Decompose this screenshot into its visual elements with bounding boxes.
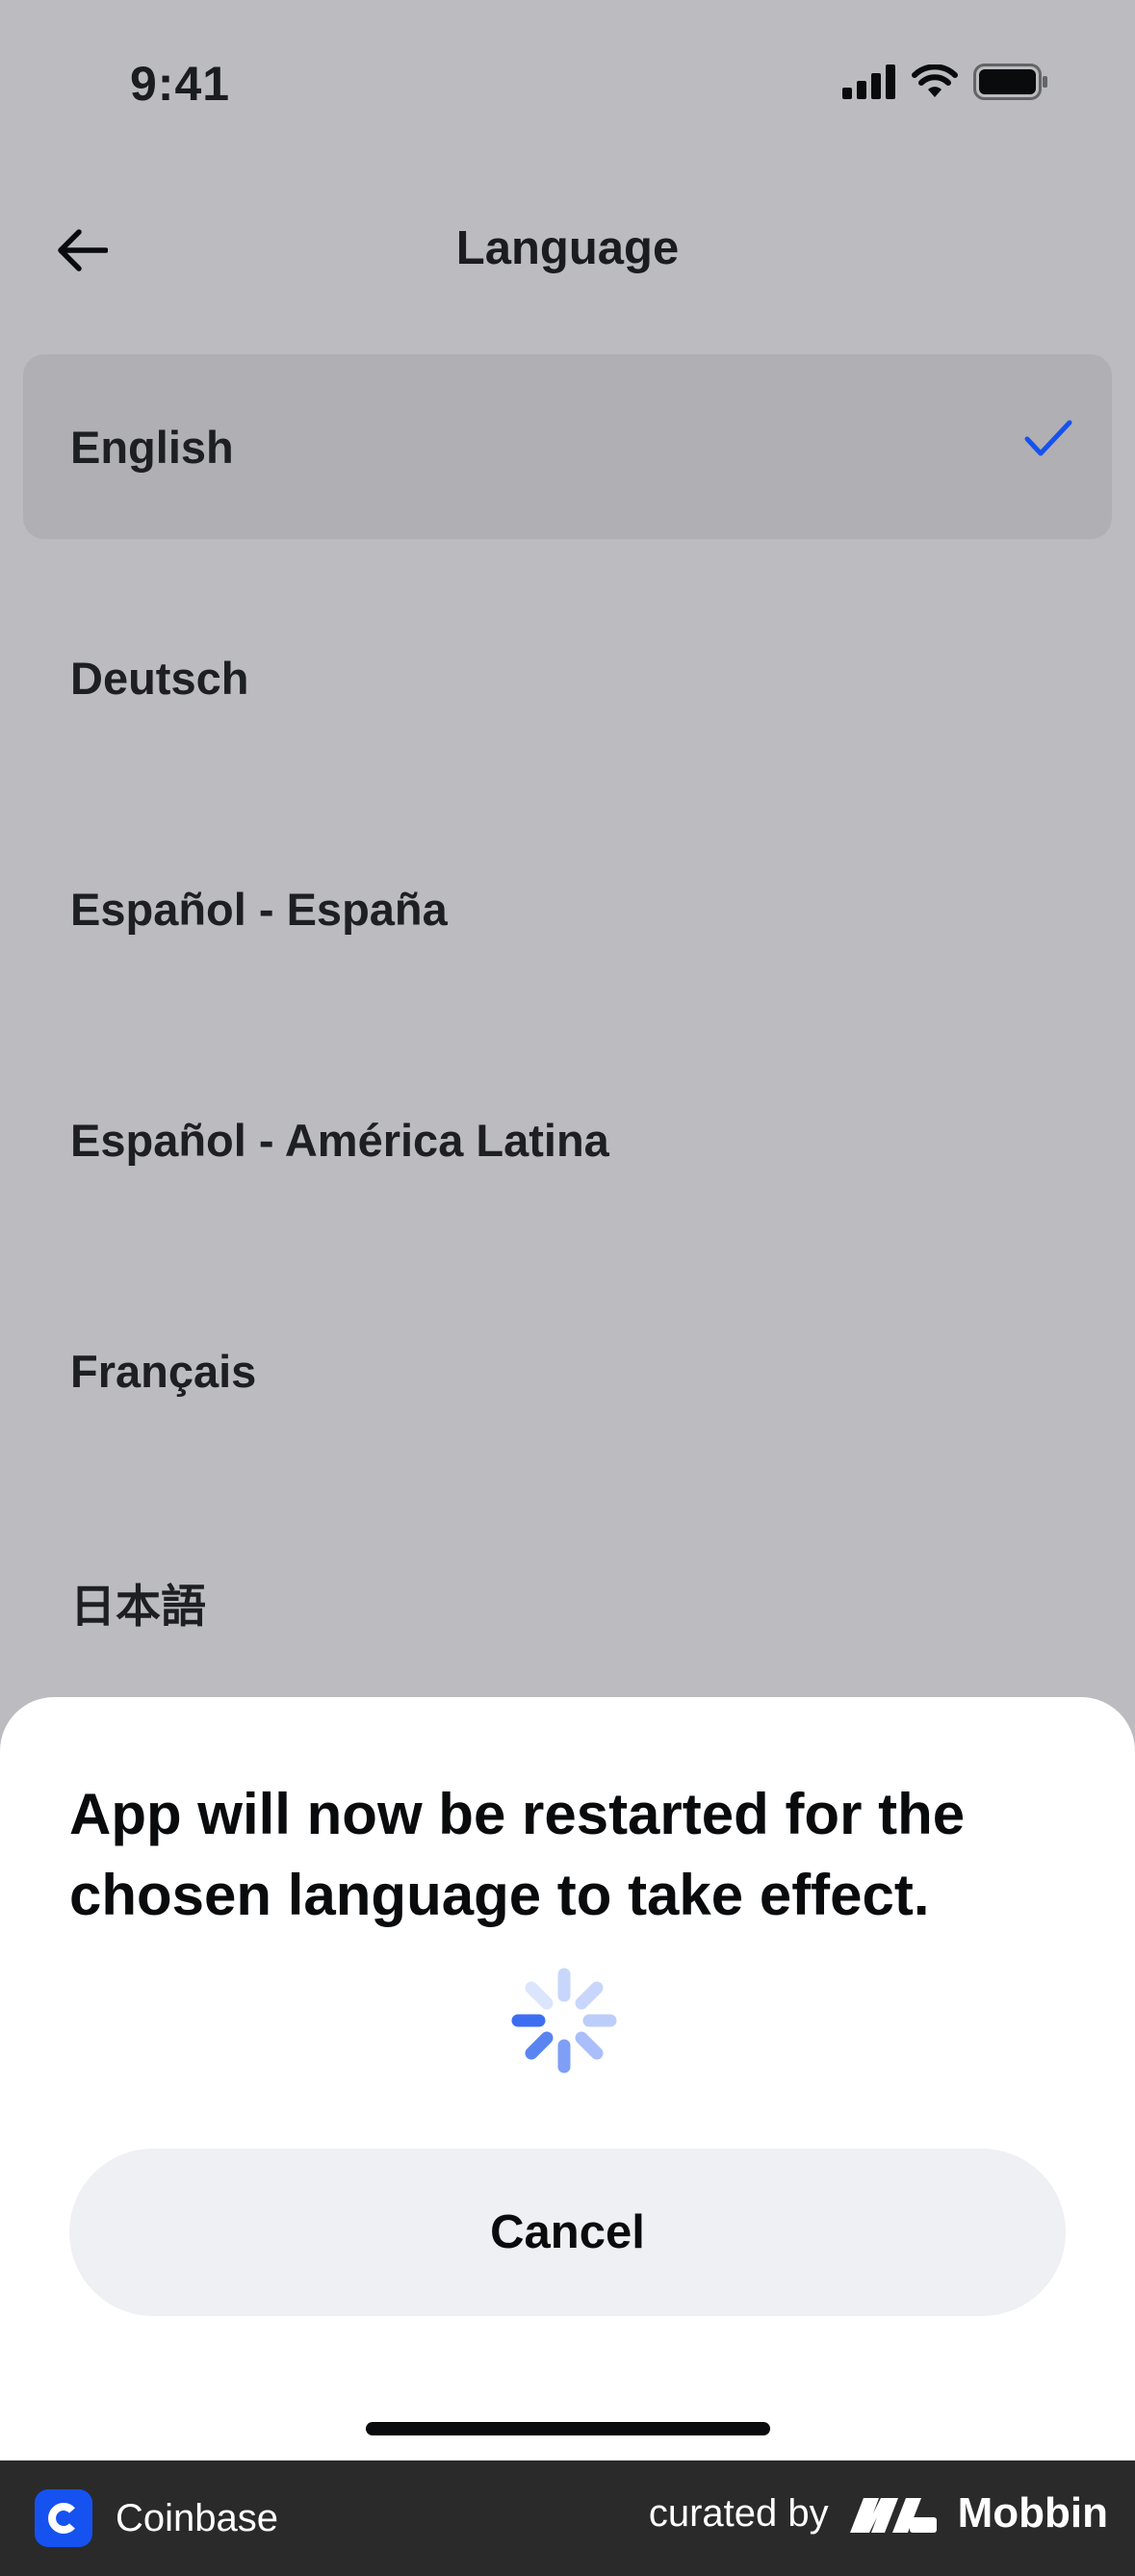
language-label: Deutsch	[70, 652, 249, 704]
nav-bar: Language	[0, 193, 1135, 308]
page-title: Language	[455, 222, 680, 274]
restart-bottom-sheet: App will now be restarted for the chosen…	[0, 1697, 1135, 2460]
battery-icon	[973, 64, 1047, 100]
language-item-japanese[interactable]: 日本語	[23, 1509, 1112, 1694]
language-label: Español - América Latina	[70, 1114, 609, 1166]
wifi-icon	[912, 64, 958, 97]
brand-name: Coinbase	[116, 2496, 279, 2539]
cancel-button[interactable]: Cancel	[69, 2149, 1066, 2316]
loading-spinner-icon	[511, 1968, 617, 2074]
home-indicator	[366, 2422, 770, 2435]
signal-icon	[842, 64, 895, 99]
status-time: 9:41	[130, 57, 231, 111]
language-label: English	[70, 421, 234, 473]
language-screen: 9:41 Language English Deutsch Español - …	[0, 0, 1135, 2460]
footer-bar: Coinbase curated by Mobbin	[0, 2460, 1135, 2576]
footer-brand: Coinbase	[35, 2489, 278, 2547]
curated-by-label: curated by	[648, 2491, 829, 2535]
status-icons	[842, 64, 1048, 100]
language-item-espanol-america-latina[interactable]: Español - América Latina	[23, 1047, 1112, 1232]
language-label: Français	[70, 1345, 257, 1397]
language-label: 日本語	[70, 1580, 206, 1634]
restart-message: App will now be restarted for the chosen…	[69, 1782, 966, 1927]
checkmark-icon	[1024, 420, 1072, 456]
language-item-deutsch[interactable]: Deutsch	[23, 585, 1112, 770]
mobbin-logo-icon	[849, 2498, 937, 2533]
status-bar: 9:41	[0, 0, 1135, 173]
language-item-english[interactable]: English	[23, 354, 1112, 539]
curator-name: Mobbin	[957, 2489, 1108, 2537]
language-item-espanol-espana[interactable]: Español - España	[23, 816, 1112, 1001]
language-label: Español - España	[70, 883, 448, 935]
coinbase-logo-icon	[35, 2489, 92, 2547]
footer-credit: curated by Mobbin	[649, 2489, 1108, 2537]
language-item-francais[interactable]: Français	[23, 1278, 1112, 1463]
